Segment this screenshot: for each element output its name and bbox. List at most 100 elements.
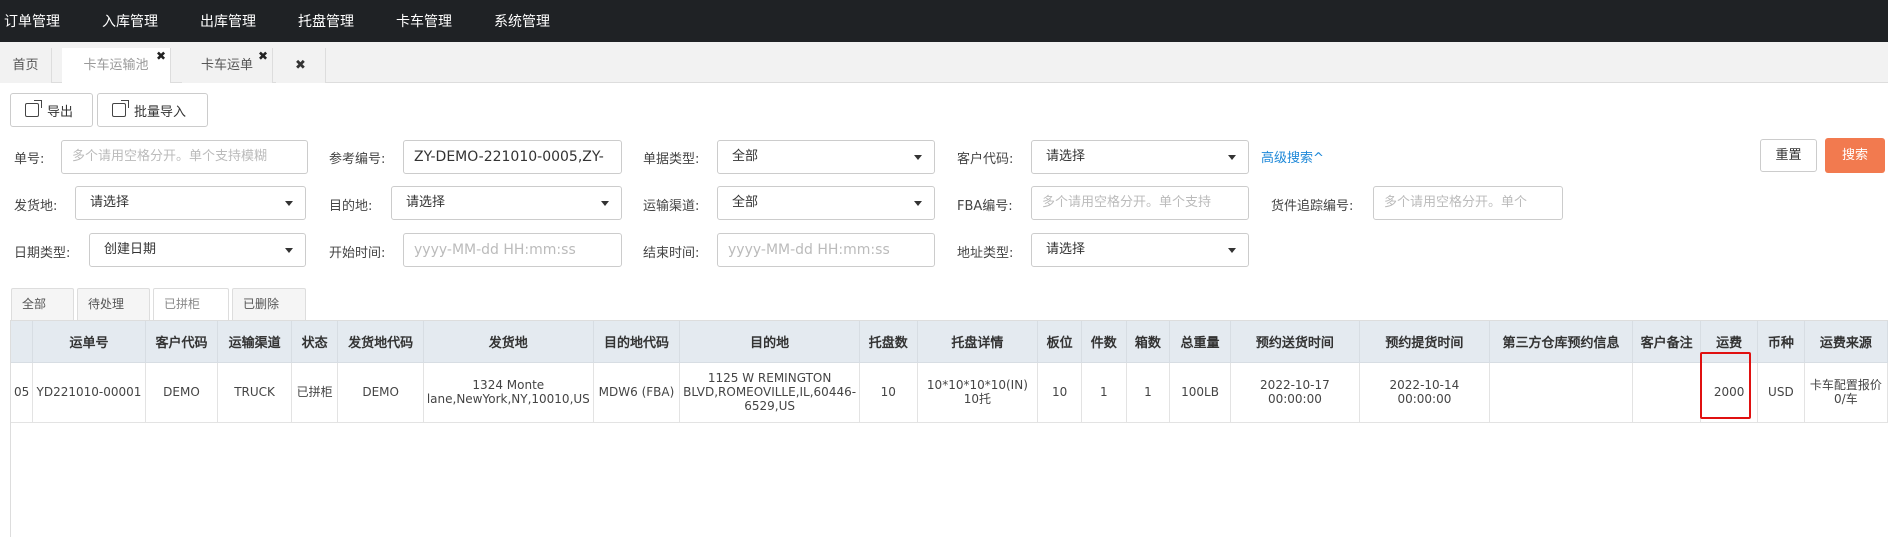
tab-deleted[interactable]: 已删除 (0)	[232, 288, 306, 341]
column-header[interactable]: 发货地代码	[337, 321, 424, 363]
fba-no-input[interactable]: 多个请用空格分开。单个支持	[1031, 186, 1249, 220]
column-header[interactable]: 第三方仓库预约信息	[1489, 321, 1634, 363]
column-header[interactable]: 币种	[1757, 321, 1805, 363]
close-icon: ✖	[295, 58, 306, 73]
tab-truck-pool-label: 卡车运输池	[83, 58, 149, 73]
chevron-down-icon	[601, 201, 609, 206]
date-type-select[interactable]: 创建日期	[89, 233, 306, 267]
chevron-down-icon	[285, 248, 293, 253]
column-header[interactable]: 预约提货时间	[1359, 321, 1490, 363]
channel-select[interactable]: 全部	[717, 186, 935, 220]
chevron-down-icon	[914, 201, 922, 206]
tab-home-label: 首页	[12, 58, 39, 73]
close-all-tabs-button[interactable]: ✖	[276, 48, 326, 83]
address-type-label: 地址类型:	[957, 246, 1014, 261]
nav-pallet-management[interactable]: 托盘管理	[298, 11, 368, 31]
column-header[interactable]: 运输渠道	[217, 321, 292, 363]
customer-code-select[interactable]: 请选择	[1031, 140, 1249, 174]
column-header	[11, 321, 34, 363]
table-cell: 1125 W REMINGTON BLVD,ROMEOVILLE,IL,6044…	[679, 362, 861, 423]
address-type-value: 请选择	[1046, 242, 1086, 257]
tab-consolidated[interactable]: 已拼柜 (1)	[153, 288, 229, 341]
channel-value: 全部	[732, 195, 759, 210]
table-cell: 10	[859, 362, 918, 423]
column-header[interactable]: 板位	[1037, 321, 1082, 363]
table-cell: 1	[1081, 362, 1127, 423]
ship-from-value: 请选择	[90, 195, 130, 210]
table-cell: 05	[11, 362, 34, 423]
column-header[interactable]: 托盘详情	[917, 321, 1039, 363]
tracking-no-input[interactable]: 多个请用空格分开。单个	[1373, 186, 1563, 220]
end-time-label: 结束时间:	[643, 246, 700, 261]
order-no-label: 单号:	[14, 152, 45, 167]
import-icon	[112, 100, 129, 117]
chevron-down-icon	[914, 155, 922, 160]
export-button[interactable]: 导出	[10, 93, 93, 127]
table-cell: DEMO	[145, 362, 219, 423]
destination-label: 目的地:	[329, 199, 373, 214]
start-time-input[interactable]: yyyy-MM-dd HH:mm:ss	[403, 233, 622, 267]
nav-truck-management[interactable]: 卡车管理	[396, 11, 466, 31]
date-type-label: 日期类型:	[14, 246, 71, 261]
tab-truck-waybill[interactable]: 卡车运单 ✖	[182, 48, 273, 83]
table-cell	[1632, 362, 1702, 423]
batch-import-button[interactable]: 批量导入	[97, 93, 208, 127]
address-type-select[interactable]: 请选择	[1031, 233, 1249, 267]
order-no-input[interactable]: 多个请用空格分开。单个支持模糊	[61, 140, 308, 174]
ship-from-label: 发货地:	[14, 199, 58, 214]
column-header[interactable]: 目的地	[679, 321, 861, 363]
customer-code-value: 请选择	[1046, 149, 1086, 164]
ref-no-input[interactable]: ZY-DEMO-221010-0005,ZY-	[403, 140, 622, 174]
column-header[interactable]: 客户备注	[1632, 321, 1702, 363]
tab-truck-waybill-label: 卡车运单	[200, 58, 253, 73]
freight-highlight-box	[1700, 352, 1751, 419]
column-header[interactable]: 托盘数	[859, 321, 918, 363]
page-tab-bar: 首页 卡车运输池 ✖ 卡车运单 ✖ ✖	[0, 42, 1888, 83]
fba-no-label: FBA编号:	[957, 199, 1013, 214]
channel-label: 运输渠道:	[643, 199, 700, 214]
table-cell: 10	[1037, 362, 1082, 423]
ship-from-select[interactable]: 请选择	[75, 186, 306, 220]
nav-order-management[interactable]: 订单管理	[4, 11, 74, 31]
column-header[interactable]: 箱数	[1126, 321, 1171, 363]
column-header[interactable]: 预约送货时间	[1230, 321, 1360, 363]
nav-outbound-management[interactable]: 出库管理	[200, 11, 270, 31]
column-header[interactable]: 目的地代码	[593, 321, 681, 363]
column-header[interactable]: 客户代码	[145, 321, 219, 363]
table-cell	[1489, 362, 1634, 423]
waybill-table: 运单号 客户代码 运输渠道 状态 发货地代码 发货地 目的地代码 目的地 托盘数…	[11, 321, 1888, 423]
customer-code-label: 客户代码:	[957, 152, 1014, 167]
destination-select[interactable]: 请选择	[391, 186, 622, 220]
search-button[interactable]: 搜索	[1825, 138, 1885, 173]
chevron-down-icon	[1228, 248, 1236, 253]
doc-type-select[interactable]: 全部	[717, 140, 935, 174]
advanced-search-link[interactable]: 高级搜索^	[1261, 147, 1324, 166]
end-time-input[interactable]: yyyy-MM-dd HH:mm:ss	[717, 233, 935, 267]
table-cell: 10*10*10*10(IN) 10托	[917, 362, 1039, 423]
nav-system-management[interactable]: 系统管理	[494, 11, 564, 31]
waybill-table-container: 运单号 客户代码 运输渠道 状态 发货地代码 发货地 目的地代码 目的地 托盘数…	[10, 320, 1888, 537]
nav-inbound-management[interactable]: 入库管理	[102, 11, 172, 31]
table-cell: USD	[1757, 362, 1805, 423]
table-cell: MDW6 (FBA)	[593, 362, 681, 423]
close-icon[interactable]: ✖	[258, 39, 268, 74]
tab-truck-pool[interactable]: 卡车运输池 ✖	[62, 48, 171, 83]
column-header[interactable]: 状态	[291, 321, 339, 363]
column-header[interactable]: 总重量	[1169, 321, 1231, 363]
tab-home[interactable]: 首页	[0, 48, 52, 83]
table-cell: DEMO	[337, 362, 424, 423]
doc-type-label: 单据类型:	[643, 152, 700, 167]
column-header[interactable]: 件数	[1081, 321, 1127, 363]
tab-all[interactable]: 全部 (2)	[11, 288, 74, 341]
column-header[interactable]: 运费来源	[1804, 321, 1888, 363]
column-header[interactable]: 运单号	[32, 321, 146, 363]
date-type-value: 创建日期	[104, 242, 157, 257]
column-header[interactable]: 发货地	[423, 321, 594, 363]
import-label: 批量导入	[134, 104, 187, 120]
table-cell: TRUCK	[217, 362, 292, 423]
close-icon[interactable]: ✖	[156, 39, 166, 74]
table-row[interactable]: 05 YD221010-00001 DEMO TRUCK 已拼柜 DEMO 13…	[11, 362, 1888, 423]
table-cell: 100LB	[1169, 362, 1231, 423]
tab-pending[interactable]: 待处理 (1)	[77, 288, 150, 341]
reset-button[interactable]: 重置	[1760, 139, 1817, 172]
